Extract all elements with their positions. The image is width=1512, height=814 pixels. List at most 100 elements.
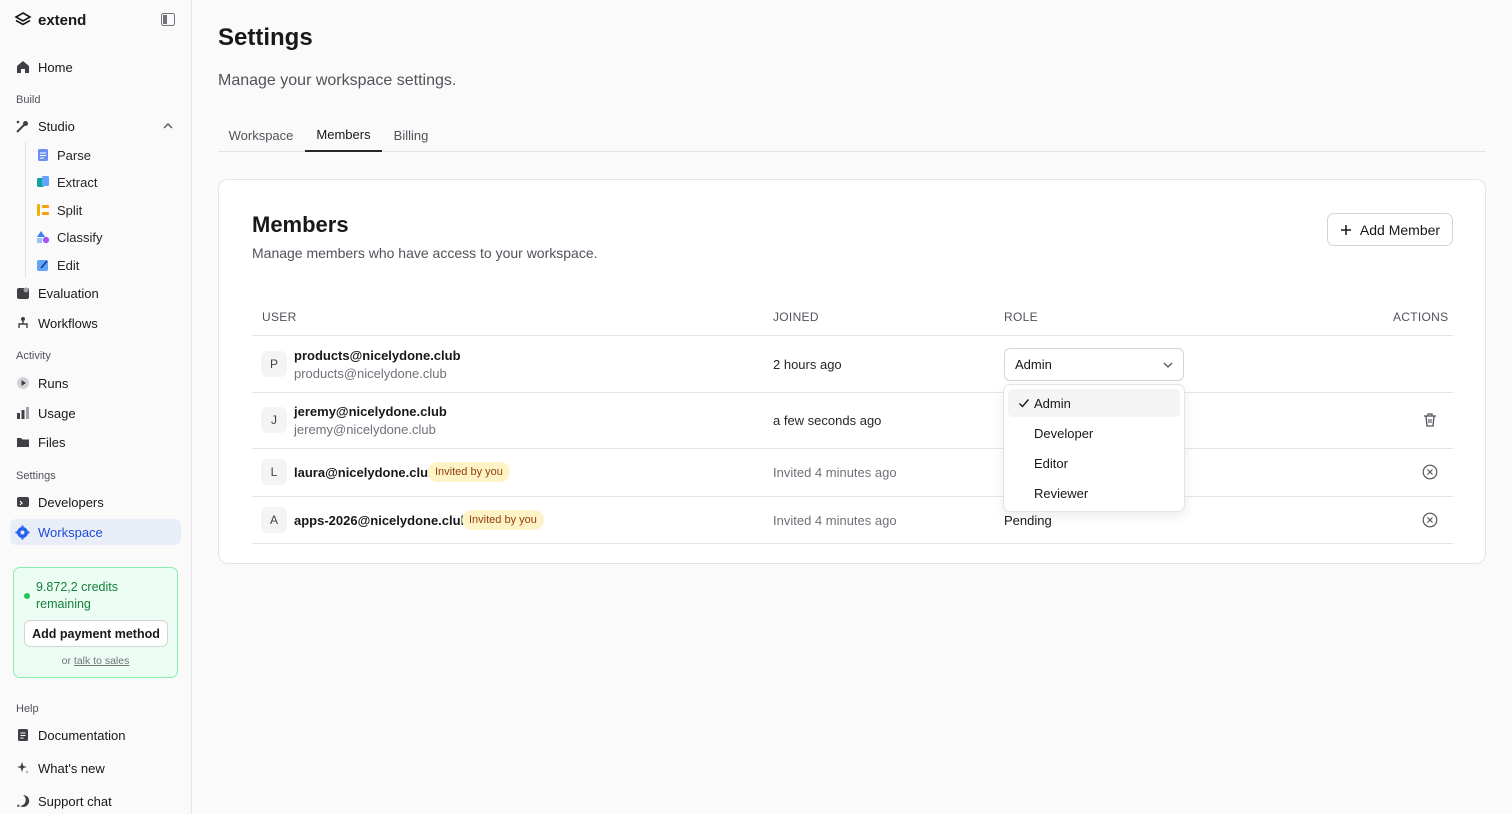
credits-remaining: 9.872,2 credits remaining bbox=[36, 580, 118, 611]
support-chat-icon bbox=[15, 794, 30, 809]
column-header-joined: JOINED bbox=[773, 310, 819, 324]
play-icon bbox=[15, 376, 30, 391]
member-name: jeremy@nicelydone.club bbox=[294, 404, 447, 419]
add-payment-method-button[interactable]: Add payment method bbox=[24, 620, 168, 647]
check-icon bbox=[1019, 399, 1030, 408]
members-title: Members bbox=[252, 212, 349, 237]
home-icon bbox=[15, 60, 30, 75]
extract-icon bbox=[36, 175, 50, 189]
role-select[interactable]: Admin bbox=[1004, 348, 1184, 381]
sidebar-subitem-extract[interactable]: Extract bbox=[36, 171, 97, 193]
section-label-help: Help bbox=[16, 703, 39, 715]
talk-to-sales-link[interactable]: talk to sales bbox=[74, 655, 129, 667]
sidebar-collapse-icon[interactable] bbox=[161, 13, 175, 26]
edit-icon bbox=[36, 258, 50, 272]
member-name: products@nicelydone.club bbox=[294, 348, 461, 363]
avatar: L bbox=[261, 459, 287, 485]
divider bbox=[252, 335, 1453, 336]
divider bbox=[252, 496, 1453, 497]
divider bbox=[252, 448, 1453, 449]
sidebar-subitem-edit[interactable]: Edit bbox=[36, 254, 79, 276]
column-header-role: ROLE bbox=[1004, 310, 1038, 324]
sidebar: extend Home Build Studio Parse Extract S… bbox=[0, 0, 192, 814]
sidebar-item-studio[interactable]: Studio bbox=[10, 113, 181, 139]
cancel-invite-icon[interactable] bbox=[1422, 512, 1438, 528]
role-option-editor[interactable]: Editor bbox=[1008, 449, 1180, 477]
role-option-admin[interactable]: Admin bbox=[1008, 389, 1180, 417]
brand-logo[interactable]: extend bbox=[14, 11, 86, 29]
member-name: apps-2026@nicelydone.club bbox=[294, 513, 469, 528]
brand-name: extend bbox=[38, 11, 87, 29]
cancel-invite-icon[interactable] bbox=[1422, 464, 1438, 480]
chevron-down-icon bbox=[1163, 362, 1173, 368]
classify-icon bbox=[36, 230, 50, 244]
sidebar-item-documentation[interactable]: Documentation bbox=[10, 722, 181, 748]
workflows-icon bbox=[15, 316, 30, 331]
sidebar-item-runs[interactable]: Runs bbox=[10, 370, 181, 396]
developers-icon bbox=[15, 495, 30, 510]
role-dropdown-menu: Admin Developer Editor Reviewer bbox=[1003, 384, 1185, 512]
chevron-up-icon[interactable] bbox=[163, 121, 173, 131]
documentation-icon bbox=[15, 728, 30, 743]
add-member-button[interactable]: Add Member bbox=[1327, 213, 1453, 246]
role-option-developer[interactable]: Developer bbox=[1008, 419, 1180, 447]
page-title: Settings bbox=[218, 24, 313, 51]
sidebar-item-whats-new[interactable]: What's new bbox=[10, 755, 181, 781]
parse-icon bbox=[36, 148, 50, 162]
divider bbox=[252, 392, 1453, 393]
submenu-guide-line bbox=[25, 142, 26, 278]
talk-to-sales-line: or talk to sales bbox=[61, 655, 130, 667]
credits-status-dot bbox=[24, 593, 30, 599]
sidebar-subitem-classify[interactable]: Classify bbox=[36, 226, 103, 248]
page-subtitle: Manage your workspace settings. bbox=[218, 72, 457, 89]
joined-time: Invited 4 minutes ago bbox=[773, 513, 897, 528]
avatar: J bbox=[261, 407, 287, 433]
invited-badge: Invited by you bbox=[428, 462, 510, 482]
plus-icon bbox=[1340, 224, 1351, 235]
sparkle-icon bbox=[15, 761, 30, 776]
role-option-reviewer[interactable]: Reviewer bbox=[1008, 479, 1180, 507]
evaluation-icon bbox=[15, 286, 30, 301]
credits-panel: 9.872,2 credits remaining Add payment me… bbox=[13, 567, 178, 678]
sidebar-item-usage[interactable]: Usage bbox=[10, 400, 181, 426]
sidebar-item-workflows[interactable]: Workflows bbox=[10, 310, 181, 336]
column-header-actions: ACTIONS bbox=[1393, 310, 1449, 324]
gear-icon bbox=[15, 525, 30, 540]
folder-icon bbox=[15, 435, 30, 450]
avatar: A bbox=[261, 507, 287, 533]
sidebar-item-workspace[interactable]: Workspace bbox=[10, 519, 181, 545]
members-card: Members Manage members who have access t… bbox=[218, 179, 1486, 564]
section-label-activity: Activity bbox=[16, 350, 51, 362]
joined-time: a few seconds ago bbox=[773, 413, 882, 428]
members-subtitle: Manage members who have access to your w… bbox=[252, 245, 598, 261]
sidebar-item-home[interactable]: Home bbox=[10, 54, 181, 80]
tab-members[interactable]: Members bbox=[305, 118, 382, 152]
section-label-build: Build bbox=[16, 94, 41, 106]
sidebar-item-evaluation[interactable]: Evaluation bbox=[10, 280, 181, 306]
avatar: P bbox=[261, 351, 287, 377]
settings-tabs: Workspace Members Billing bbox=[218, 118, 1486, 152]
trash-icon[interactable] bbox=[1422, 412, 1438, 428]
sidebar-item-files[interactable]: Files bbox=[10, 429, 181, 455]
member-email: jeremy@nicelydone.club bbox=[294, 422, 436, 437]
member-name: laura@nicelydone.club bbox=[294, 465, 436, 480]
sidebar-subitem-split[interactable]: Split bbox=[36, 199, 82, 221]
sidebar-item-developers[interactable]: Developers bbox=[10, 489, 181, 515]
invited-badge: Invited by you bbox=[462, 510, 544, 530]
column-header-user: USER bbox=[262, 310, 297, 324]
divider bbox=[252, 543, 1453, 544]
sidebar-subitem-parse[interactable]: Parse bbox=[36, 144, 91, 166]
main-content: Settings Manage your workspace settings.… bbox=[193, 0, 1512, 814]
member-email: products@nicelydone.club bbox=[294, 366, 447, 381]
section-label-settings: Settings bbox=[16, 470, 56, 482]
joined-time: Invited 4 minutes ago bbox=[773, 465, 897, 480]
joined-time: 2 hours ago bbox=[773, 357, 842, 372]
role-pending: Pending bbox=[1004, 513, 1052, 528]
tab-workspace[interactable]: Workspace bbox=[218, 118, 304, 152]
extend-logo-icon bbox=[14, 12, 32, 26]
studio-icon bbox=[15, 119, 30, 134]
tab-billing[interactable]: Billing bbox=[383, 118, 439, 152]
sidebar-item-support-chat[interactable]: Support chat bbox=[10, 788, 181, 814]
usage-chart-icon bbox=[15, 406, 30, 421]
split-icon bbox=[36, 203, 50, 217]
